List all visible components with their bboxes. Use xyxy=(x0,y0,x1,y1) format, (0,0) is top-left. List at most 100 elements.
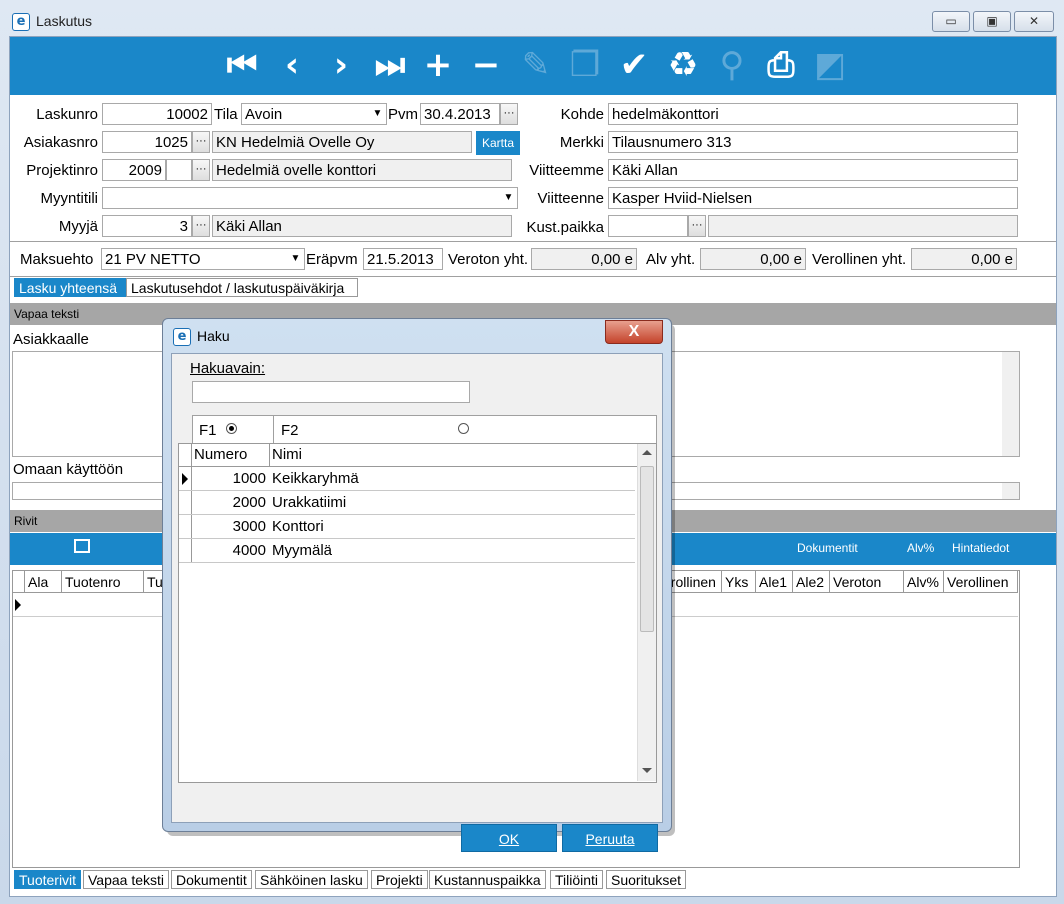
tab-dokumentit[interactable]: Dokumentit xyxy=(171,870,252,889)
grid-column-header[interactable]: Ala xyxy=(25,571,62,593)
numero-cell: 2000 xyxy=(232,494,266,511)
viitteemme-label: Viitteemme xyxy=(529,162,604,179)
myyja-lookup-button[interactable]: ··· xyxy=(192,215,210,237)
close-window-button[interactable]: ✕ xyxy=(1014,11,1054,32)
omaan-kayttoon-scrollbar[interactable] xyxy=(1002,483,1019,499)
tab-kustannuspaikka[interactable]: Kustannuspaikka xyxy=(429,870,546,889)
erapvm-field[interactable]: 21.5.2013 xyxy=(363,248,443,270)
projekti-sub-field[interactable] xyxy=(166,159,192,181)
f2-radio[interactable] xyxy=(458,423,469,434)
tab-suoritukset[interactable]: Suoritukset xyxy=(606,870,687,889)
nimi-column-header[interactable]: Nimi xyxy=(272,446,302,463)
grid-column-header[interactable]: Alv% xyxy=(904,571,944,593)
grid-header-row: Numero Nimi xyxy=(179,444,639,467)
outlook-button[interactable]: ◩ xyxy=(810,43,850,87)
grid-column-header[interactable]: Ale2 xyxy=(793,571,830,593)
erapvm-label: Eräpvm xyxy=(306,251,358,268)
kartta-button[interactable]: Kartta xyxy=(476,131,520,155)
numero-column-header[interactable]: Numero xyxy=(194,446,247,463)
print-button[interactable]: ⎙ xyxy=(761,43,801,87)
next-record-button[interactable]: › xyxy=(321,43,361,87)
asiakasnro-field[interactable]: 1025 xyxy=(102,131,192,153)
previous-record-icon: ‹ xyxy=(284,45,299,85)
haku-results-grid[interactable]: Numero Nimi 1000 Keikkaryhmä 2000 Urakka… xyxy=(178,443,657,783)
viitteemme-field[interactable]: Käki Allan xyxy=(608,159,1018,181)
last-record-button[interactable]: ⏭ xyxy=(370,43,410,87)
tab-projekti[interactable]: Projekti xyxy=(371,870,428,889)
grid-column-header[interactable]: Veroton xyxy=(830,571,904,593)
grid-column-header[interactable]: Yks xyxy=(722,571,756,593)
remove-button[interactable]: − xyxy=(466,43,506,87)
edit-button[interactable]: ✎ xyxy=(516,43,556,87)
search-button[interactable]: ⚲ xyxy=(712,43,752,87)
scroll-down-icon[interactable] xyxy=(642,768,652,773)
grid-column-header[interactable]: Tuotenro xyxy=(62,571,144,593)
dokumentit-button[interactable]: Dokumentit xyxy=(797,541,858,555)
first-record-button[interactable]: ⏮ xyxy=(222,43,262,87)
outlook-icon: ◩ xyxy=(813,45,847,85)
projekti-lookup-button[interactable]: ··· xyxy=(192,159,210,181)
ok-button[interactable]: OK xyxy=(461,824,557,852)
myyntitili-select[interactable]: ▼ xyxy=(102,187,518,209)
scroll-up-icon[interactable] xyxy=(642,450,652,455)
results-scrollbar[interactable] xyxy=(637,444,656,781)
f1-label: F1 xyxy=(199,422,217,439)
maksuehto-select[interactable]: 21 PV NETTO ▼ xyxy=(101,248,305,270)
table-row[interactable]: 1000 Keikkaryhmä xyxy=(179,467,635,491)
minimize-icon: ▭ xyxy=(945,14,957,28)
tab-lasku-yhteensa[interactable]: Lasku yhteensä xyxy=(14,278,126,297)
hakuavain-input[interactable] xyxy=(192,381,470,403)
tab-tuoterivit[interactable]: Tuoterivit xyxy=(14,870,82,889)
grid-column-header[interactable]: Ale1 xyxy=(756,571,793,593)
asiakkaalle-label: Asiakkaalle xyxy=(13,331,89,348)
scroll-thumb[interactable] xyxy=(640,466,654,632)
kustpaikka-field[interactable] xyxy=(608,215,688,237)
kustpaikka-nimi-field xyxy=(708,215,1018,237)
header-separator xyxy=(10,241,1056,242)
omaan-kayttoon-label: Omaan käyttöön xyxy=(13,461,124,478)
save-button[interactable]: ✔ xyxy=(614,43,654,87)
tab-laskutusehdot[interactable]: Laskutusehdot / laskutuspäiväkirja xyxy=(126,278,358,297)
maximize-button[interactable]: ▣ xyxy=(973,11,1011,32)
chevron-down-icon: ▼ xyxy=(372,108,383,119)
pvm-field[interactable]: 30.4.2013 xyxy=(420,103,500,125)
copy-button[interactable]: ❐ xyxy=(565,43,605,87)
tab-tiliointi[interactable]: Tiliöinti xyxy=(550,870,604,889)
kustpaikka-lookup-button[interactable]: ··· xyxy=(688,215,706,237)
dialog-close-button[interactable]: X xyxy=(605,320,663,344)
asiakkaalle-scrollbar[interactable] xyxy=(1002,352,1019,456)
table-row[interactable]: 2000 Urakkatiimi xyxy=(179,491,635,515)
print-icon: ⎙ xyxy=(767,45,795,85)
projektinro-field[interactable]: 2009 xyxy=(102,159,166,181)
alv-total: 0,00 e xyxy=(700,248,806,270)
window-title: Laskutus xyxy=(36,13,93,29)
grid-column-header[interactable]: Verollinen xyxy=(944,571,1018,593)
cancel-label: Peruuta xyxy=(585,831,635,847)
table-row[interactable]: 3000 Konttori xyxy=(179,515,635,539)
cancel-button[interactable]: Peruuta xyxy=(562,824,658,852)
add-button[interactable]: + xyxy=(418,43,458,87)
viitteenne-field[interactable]: Kasper Hviid-Nielsen xyxy=(608,187,1018,209)
tab-sahkoinen-lasku[interactable]: Sähköinen lasku xyxy=(255,870,368,889)
close-icon: ✕ xyxy=(1028,14,1040,28)
alv-button[interactable]: Alv% xyxy=(907,541,934,555)
previous-record-button[interactable]: ‹ xyxy=(272,43,312,87)
delete-button[interactable]: ♻ xyxy=(663,43,703,87)
title-bar[interactable]: e Laskutus ▭ ▣ ✕ xyxy=(0,0,1064,36)
tab-vapaa-teksti[interactable]: Vapaa teksti xyxy=(83,870,170,889)
laskunro-field[interactable]: 10002 xyxy=(102,103,212,125)
add-icon: + xyxy=(423,45,453,85)
table-row[interactable]: 4000 Myymälä xyxy=(179,539,635,563)
merkki-field[interactable]: Tilausnumero 313 xyxy=(608,131,1018,153)
f1-radio[interactable] xyxy=(226,423,237,434)
pvm-picker-button[interactable]: ··· xyxy=(500,103,518,125)
asiakas-lookup-button[interactable]: ··· xyxy=(192,131,210,153)
nimi-cell: Urakkatiimi xyxy=(272,494,347,511)
window-icon[interactable] xyxy=(74,539,90,553)
hintatiedot-button[interactable]: Hintatiedot xyxy=(952,541,1009,555)
tila-select[interactable]: Avoin ▼ xyxy=(241,103,387,125)
myyja-field[interactable]: 3 xyxy=(102,215,192,237)
kohde-field[interactable]: hedelmäkonttori xyxy=(608,103,1018,125)
veroton-label: Veroton yht. xyxy=(448,251,529,268)
minimize-button[interactable]: ▭ xyxy=(932,11,970,32)
